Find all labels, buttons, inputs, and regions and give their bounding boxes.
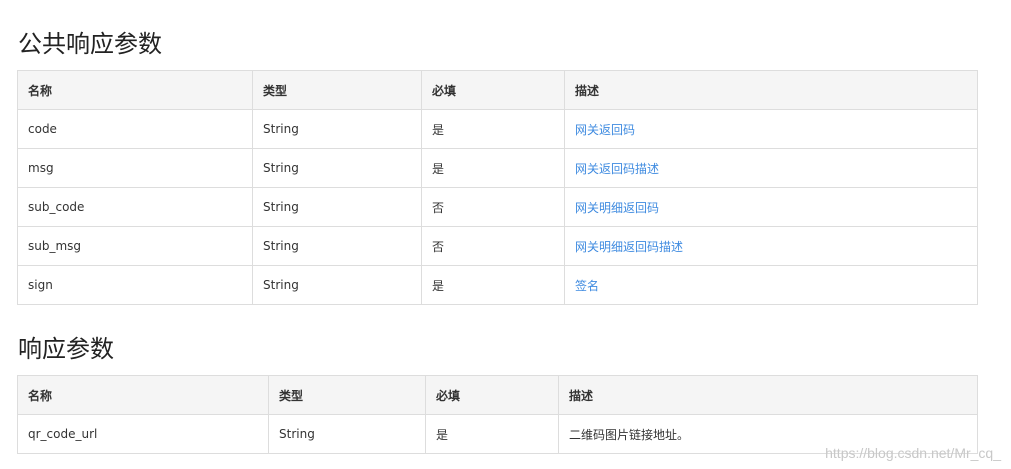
param-name: code [17,109,253,149]
column-header-required: 必填 [421,70,565,110]
column-header-required: 必填 [425,375,559,415]
param-type: String [252,109,422,149]
table-row: msg String 是 网关返回码描述 [17,148,978,188]
column-header-type: 类型 [268,375,426,415]
public-response-params-table: 名称 类型 必填 描述 code String 是 网关返回码 msg Stri… [17,70,978,305]
param-required: 是 [421,148,565,188]
param-name: sub_code [17,187,253,227]
table-header-row: 名称 类型 必填 描述 [17,70,978,110]
column-header-description: 描述 [558,375,978,415]
param-type: String [252,148,422,188]
param-description-link[interactable]: 网关返回码 [564,109,978,149]
param-required: 否 [421,226,565,266]
table-row: sub_code String 否 网关明细返回码 [17,187,978,227]
param-type: String [252,226,422,266]
table-row: sub_msg String 否 网关明细返回码描述 [17,226,978,266]
param-required: 否 [421,187,565,227]
column-header-description: 描述 [564,70,978,110]
table-row: sign String 是 签名 [17,265,978,305]
param-name: msg [17,148,253,188]
param-description-link[interactable]: 网关明细返回码描述 [564,226,978,266]
response-params-table: 名称 类型 必填 描述 qr_code_url String 是 二维码图片链接… [17,375,978,454]
table-header-row: 名称 类型 必填 描述 [17,375,978,415]
param-required: 是 [421,265,565,305]
param-type: String [252,265,422,305]
param-type: String [268,414,426,454]
watermark: https://blog.csdn.net/Mr_cq_ [825,445,1001,461]
param-name: sign [17,265,253,305]
param-description-link[interactable]: 网关返回码描述 [564,148,978,188]
column-header-type: 类型 [252,70,422,110]
param-type: String [252,187,422,227]
table-row: code String 是 网关返回码 [17,109,978,149]
param-required: 是 [425,414,559,454]
param-description-link[interactable]: 网关明细返回码 [564,187,978,227]
param-name: sub_msg [17,226,253,266]
section-title-public-response: 公共响应参数 [18,30,162,58]
param-description-link[interactable]: 签名 [564,265,978,305]
column-header-name: 名称 [17,375,269,415]
section-title-response: 响应参数 [18,335,114,363]
param-name: qr_code_url [17,414,269,454]
param-required: 是 [421,109,565,149]
column-header-name: 名称 [17,70,253,110]
